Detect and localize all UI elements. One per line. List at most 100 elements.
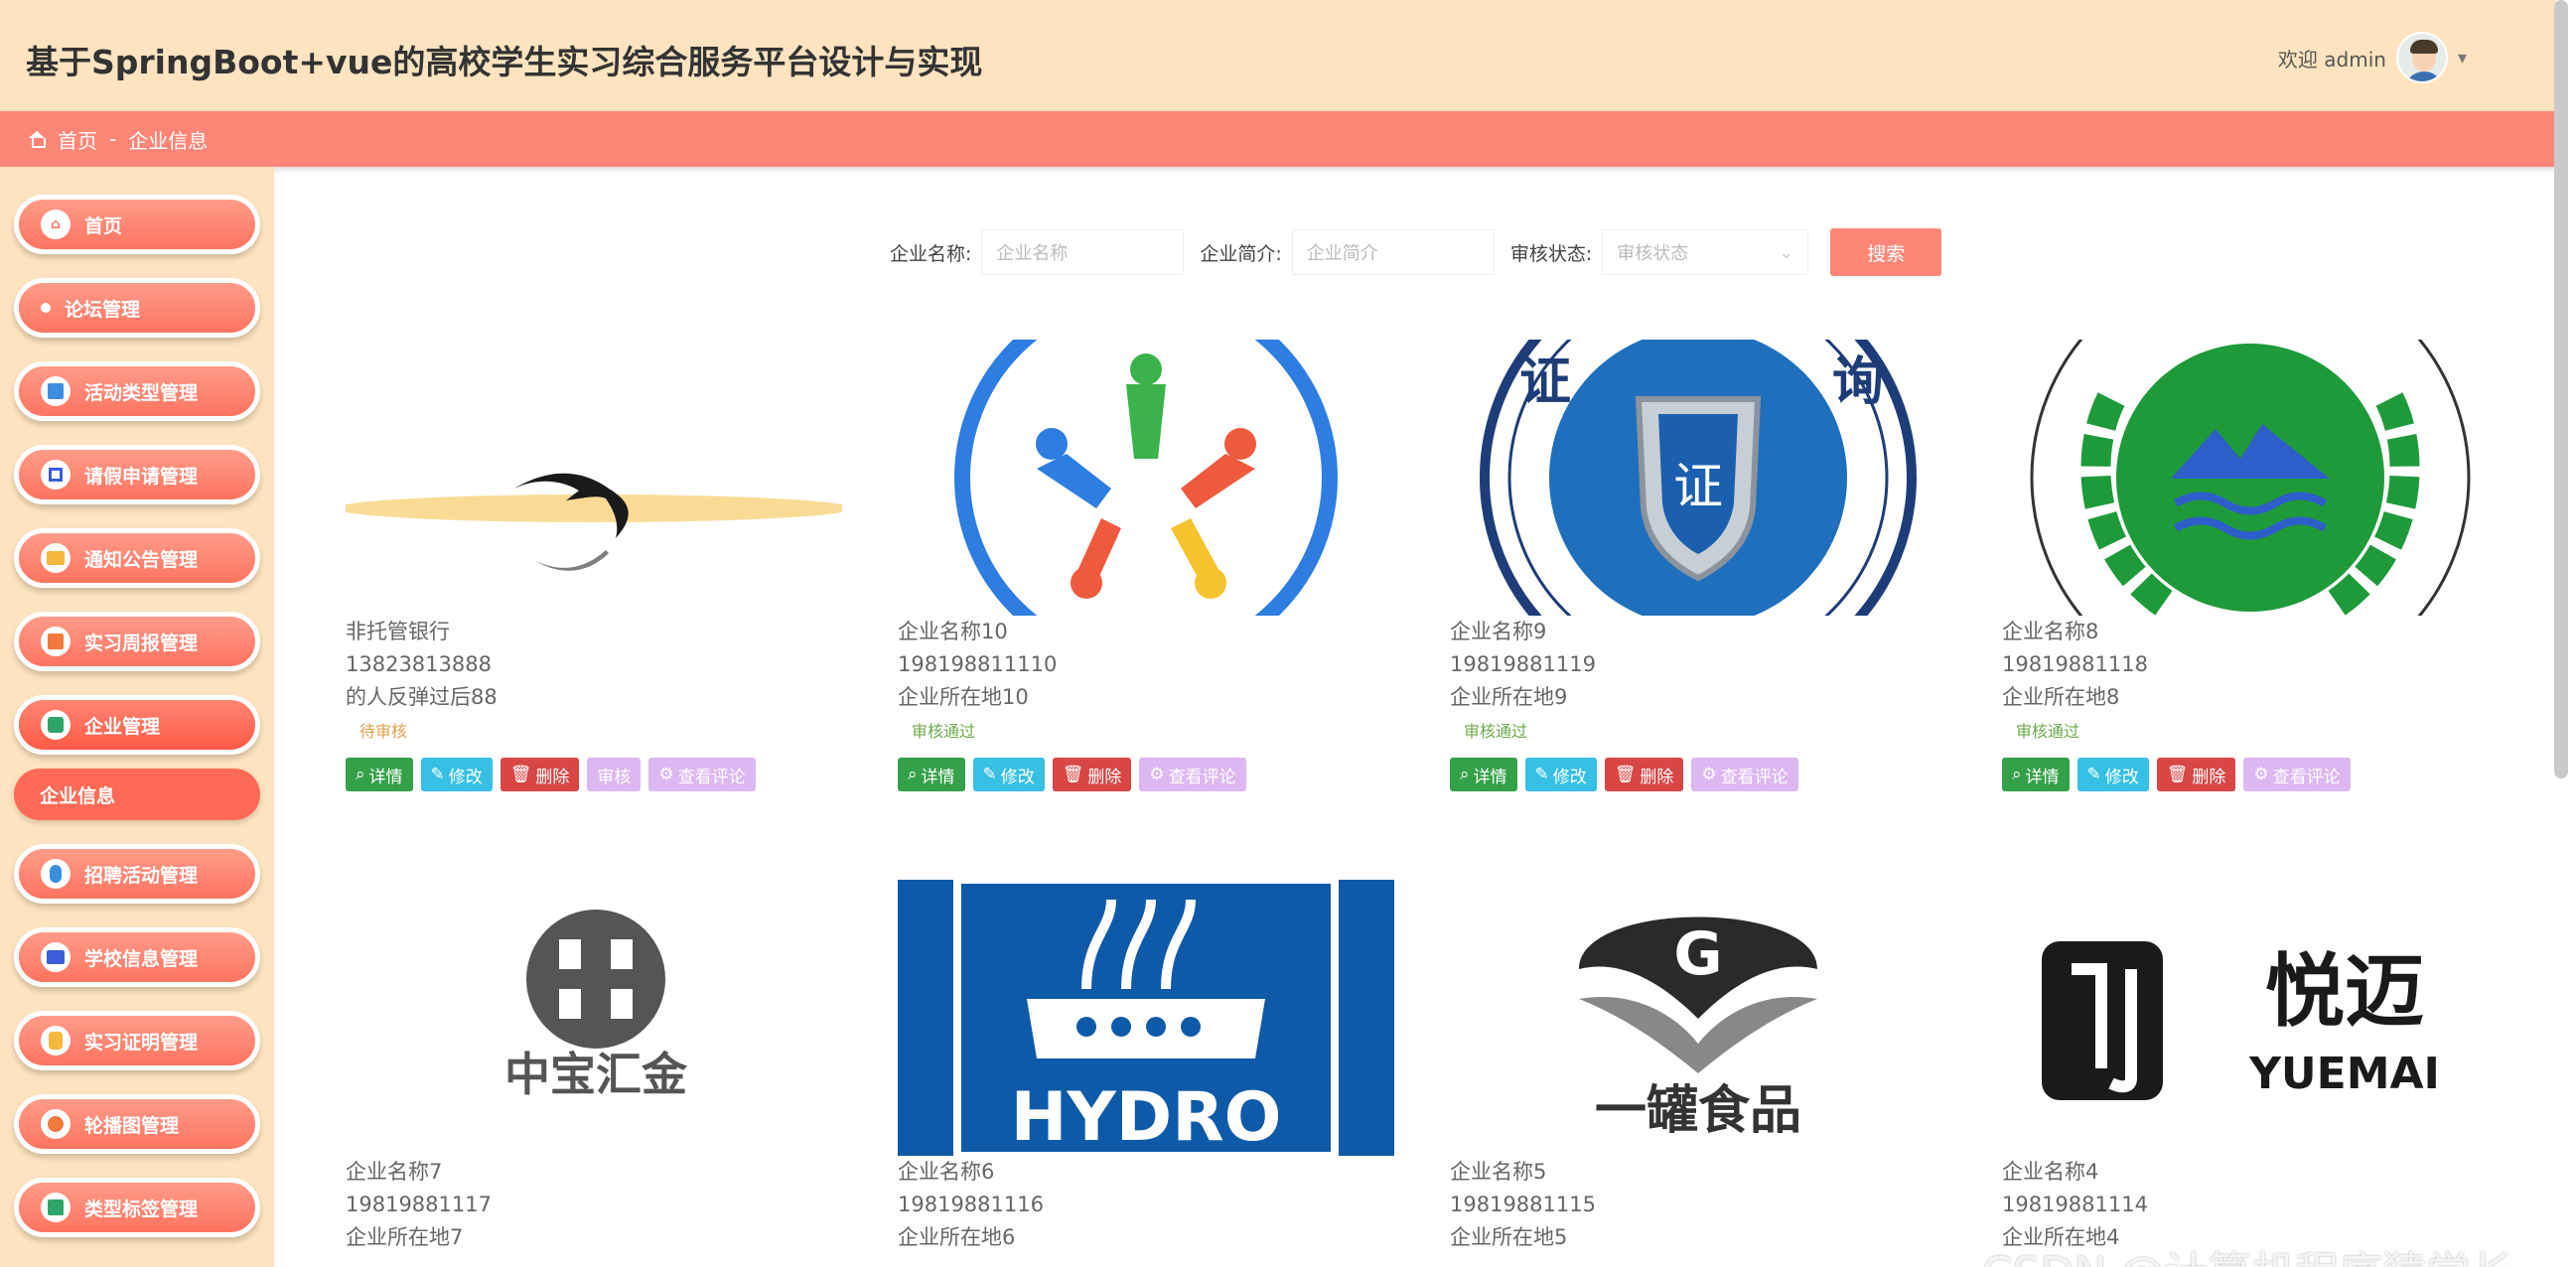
chevron-down-icon: ⌄ [1779, 241, 1794, 263]
company-card[interactable]: 非托管银行 13823813888 的人反弹过后88 待审核 ⌕ 详情 ✎ 修改 🗑… [346, 340, 842, 791]
view-comments-button[interactable]: ⚙ 查看评论 [2243, 758, 2351, 791]
breadcrumb: 首页 - 企业信息 [0, 111, 2556, 167]
scrollbar[interactable] [2554, 0, 2568, 778]
sidebar-item-leave[interactable]: 请假申请管理 [14, 445, 260, 504]
audit-button[interactable]: 审核 [587, 758, 642, 791]
avatar[interactable] [2395, 32, 2448, 83]
sidebar-item-recruit[interactable]: 招聘活动管理 [14, 844, 260, 904]
company-name: 企业名称4 [2002, 1160, 2099, 1184]
company-icon [41, 710, 71, 740]
top-header: 基于SpringBoot+vue的高校学生实习综合服务平台设计与实现 欢迎 ad… [0, 0, 2556, 111]
company-image[interactable] [2002, 340, 2499, 616]
edit-button[interactable]: ✎ 修改 [972, 758, 1045, 791]
company-image[interactable]: 证 证 询 [1450, 340, 1946, 616]
site-title: 基于SpringBoot+vue的高校学生实习综合服务平台设计与实现 [26, 43, 983, 81]
status-badge: 待审核 [359, 722, 408, 741]
trash-icon: 🗑 [2166, 765, 2189, 784]
search-icon: ⌕ [2012, 765, 2022, 784]
company-name: 企业名称8 [2002, 620, 2099, 643]
status-badge: 审核通过 [1464, 722, 1528, 741]
company-card[interactable]: HYDRO 企业名称6 19819881116 企业所在地6 [898, 880, 1394, 1254]
g-letter: G [1673, 919, 1722, 989]
pencil-icon: ✎ [1534, 765, 1549, 784]
delete-button[interactable]: 🗑 删除 [500, 758, 580, 791]
edit-button[interactable]: ✎ 修改 [2076, 758, 2149, 791]
search-button[interactable]: 搜索 [1830, 228, 1942, 276]
company-image[interactable]: 中宝汇金 [346, 880, 842, 1156]
pencil-icon: ✎ [982, 765, 997, 784]
detail-button[interactable]: ⌕ 详情 [2002, 758, 2070, 791]
company-name: 企业名称10 [898, 620, 1008, 643]
sidebar-item-forum[interactable]: 论坛管理 [14, 278, 260, 338]
sidebar-item-carousel[interactable]: 轮播图管理 [14, 1094, 260, 1154]
detail-label: 详情 [2025, 767, 2060, 787]
company-intro-input[interactable]: 企业简介 [1291, 229, 1495, 275]
delete-button[interactable]: 🗑 删除 [1604, 758, 1684, 791]
company-name-input[interactable]: 企业名称 [981, 229, 1185, 275]
delete-label: 删除 [1640, 767, 1674, 787]
company-card[interactable]: G 一罐食品 企业名称5 19819881115 企业所在地5 [1450, 880, 1946, 1254]
detail-button[interactable]: ⌕ 详情 [1450, 758, 1517, 791]
company-phone: 19819881117 [346, 1193, 492, 1216]
breadcrumb-home[interactable]: 首页 [58, 125, 97, 154]
audit-status-select[interactable]: 审核状态 ⌄ [1602, 229, 1809, 275]
sidebar-item-label: 企业信息 [40, 784, 116, 807]
sidebar-item-activity-type[interactable]: 活动类型管理 [14, 361, 260, 421]
sidebar-item-company-info[interactable]: 企业信息 [14, 769, 260, 820]
company-name: 企业名称6 [898, 1160, 995, 1184]
briefcase-icon [41, 942, 71, 972]
company-name: 企业名称5 [1450, 1160, 1547, 1184]
company-image[interactable]: 悦迈 YUEMAI [2002, 880, 2499, 1156]
gear-icon: ⚙ [1149, 765, 1165, 784]
edit-button[interactable]: ✎ 修改 [420, 758, 493, 791]
sidebar-item-school[interactable]: 学校信息管理 [14, 927, 260, 987]
sidebar-item-weekly-report[interactable]: 实习周报管理 [14, 612, 260, 671]
view-comments-button[interactable]: ⚙ 查看评论 [1139, 758, 1246, 791]
company-name: 企业名称7 [346, 1160, 443, 1184]
trash-icon: 🗑 [1614, 765, 1637, 784]
sidebar-item-label: 首页 [84, 214, 123, 237]
detail-button[interactable]: ⌕ 详情 [346, 758, 413, 791]
search-icon: ⌕ [908, 765, 918, 784]
company-address: 企业所在地8 [2002, 685, 2120, 709]
breadcrumb-separator: - [109, 127, 117, 151]
mouse-icon [41, 859, 71, 889]
chevron-down-icon[interactable]: ▾ [2458, 48, 2467, 69]
company-card[interactable]: 企业名称10 198198811110 企业所在地10 审核通过 ⌕ 详情 ✎ 修改… [898, 340, 1394, 791]
company-card[interactable]: 中宝汇金 企业名称7 19819881117 企业所在地7 [346, 880, 842, 1254]
status-badge: 审核通过 [2016, 722, 2080, 741]
sidebar-item-label: 学校信息管理 [84, 947, 199, 970]
shield-logo: 证 证 询 [1480, 340, 1917, 616]
sidebar-item-notice[interactable]: 通知公告管理 [14, 528, 260, 588]
sidebar-item-label: 实习证明管理 [84, 1031, 199, 1054]
sidebar-item-company[interactable]: 企业管理 [14, 695, 260, 755]
company-address: 企业所在地9 [1450, 685, 1568, 709]
company-phone: 19819881118 [2002, 652, 2148, 676]
company-card[interactable]: 企业名称8 19819881118 企业所在地8 审核通过 ⌕ 详情 ✎ 修改 🗑 删… [2002, 340, 2499, 791]
shield-text: 证 [1673, 458, 1723, 515]
user-menu[interactable]: 欢迎 admin ▾ [2278, 32, 2467, 83]
edit-label: 修改 [1000, 767, 1035, 787]
company-card[interactable]: 悦迈 YUEMAI 企业名称4 19819881114 企业所在地4 [2002, 880, 2499, 1254]
sidebar-item-home[interactable]: ⌂ 首页 [14, 195, 260, 254]
watermark: CSDN @计算机程序猿学长 [1982, 1237, 2513, 1267]
company-image[interactable] [346, 340, 842, 616]
breadcrumb-current: 企业信息 [128, 128, 209, 153]
card-actions: ⌕ 详情 ✎ 修改 🗑 删除 ⚙ 查看评论 [898, 758, 1394, 791]
view-comments-button[interactable]: ⚙ 查看评论 [648, 758, 756, 791]
sidebar-item-certificate[interactable]: 实习证明管理 [14, 1011, 260, 1070]
company-image[interactable] [898, 340, 1394, 616]
copy-icon [41, 627, 71, 656]
company-image[interactable]: G 一罐食品 [1450, 880, 1946, 1156]
edit-button[interactable]: ✎ 修改 [1524, 758, 1597, 791]
view-comments-button[interactable]: ⚙ 查看评论 [1691, 758, 1798, 791]
detail-button[interactable]: ⌕ 详情 [898, 758, 965, 791]
delete-button[interactable]: 🗑 删除 [1052, 758, 1132, 791]
delete-button[interactable]: 🗑 删除 [2156, 758, 2236, 791]
detail-label: 详情 [368, 767, 403, 787]
sidebar-item-tags[interactable]: 类型标签管理 [14, 1178, 260, 1237]
company-card[interactable]: 证 证 询 企业名称9 19819881119 企业所在地9 审核通过 ⌕ 详情 … [1450, 340, 1946, 791]
company-image[interactable]: HYDRO [898, 880, 1394, 1156]
hydro-logo: HYDRO [953, 880, 1339, 1156]
company-name: 非托管银行 [346, 620, 450, 643]
